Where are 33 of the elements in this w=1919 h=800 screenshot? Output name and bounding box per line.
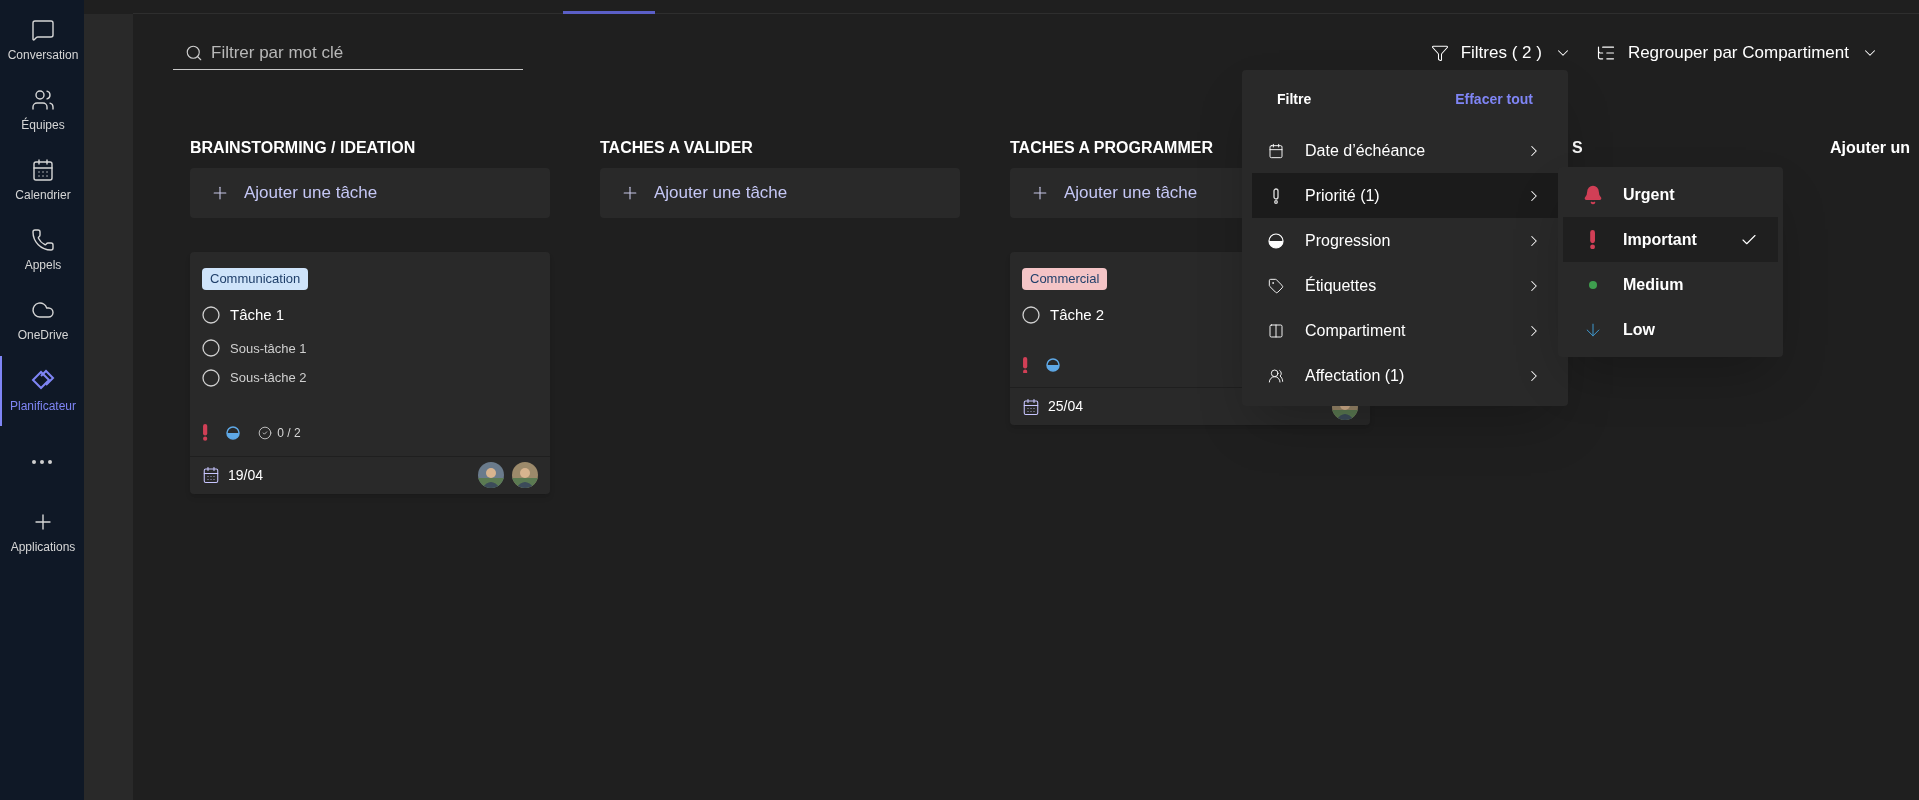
- sidebar-item[interactable]: Calendrier: [0, 146, 84, 216]
- sidebar-item[interactable]: Conversation: [0, 6, 84, 76]
- task-title: Tâche 1: [230, 305, 285, 325]
- task-card[interactable]: Communication Tâche 1 Sous-tâche 1 Sous-tâche 2 0 / 2 19/04: [190, 252, 550, 494]
- sidebar-item[interactable]: Applications: [0, 498, 84, 568]
- column-title: TACHES A VALIDER: [600, 138, 753, 158]
- due-date: 19/04: [228, 465, 264, 485]
- column-title: S: [1572, 138, 1583, 158]
- priority-option[interactable]: Important: [1563, 217, 1778, 262]
- group-by-button[interactable]: Regrouper par Compartiment: [1595, 40, 1879, 66]
- priority-option[interactable]: Medium: [1563, 262, 1778, 307]
- checklist-count: 0 / 2: [277, 424, 301, 442]
- subtask-title: Sous-tâche 1: [230, 339, 307, 358]
- tag-label: Communication: [202, 268, 309, 290]
- task-title: Tâche 2: [1050, 305, 1105, 325]
- due-date: 25/04: [1048, 397, 1084, 417]
- filter-menu-item[interactable]: Priorité (1): [1252, 173, 1558, 218]
- tag-label: Commercial: [1022, 268, 1108, 290]
- priority-option[interactable]: Urgent: [1563, 172, 1778, 217]
- menu-title: Filtre: [1277, 89, 1312, 109]
- sidebar-item[interactable]: OneDrive: [0, 286, 84, 356]
- subtask-title: Sous-tâche 2: [230, 369, 307, 387]
- search-field[interactable]: Filtrer par mot clé: [173, 36, 523, 70]
- clear-all-link[interactable]: Effacer tout: [1455, 88, 1533, 110]
- column-title: TACHES A PROGRAMMER: [1010, 138, 1213, 158]
- sidebar-item[interactable]: Appels: [0, 216, 84, 286]
- column-title: Ajouter un: [1830, 138, 1910, 158]
- sidebar-item[interactable]: Équipes: [0, 76, 84, 146]
- priority-option[interactable]: Low: [1563, 307, 1778, 352]
- filter-button[interactable]: Filtres ( 2 ): [1430, 40, 1572, 66]
- column-title: BRAINSTORMING / IDEATION: [190, 138, 416, 158]
- add-task-button[interactable]: Ajouter une tâche: [600, 168, 960, 218]
- add-task-button[interactable]: Ajouter une tâche: [190, 168, 550, 218]
